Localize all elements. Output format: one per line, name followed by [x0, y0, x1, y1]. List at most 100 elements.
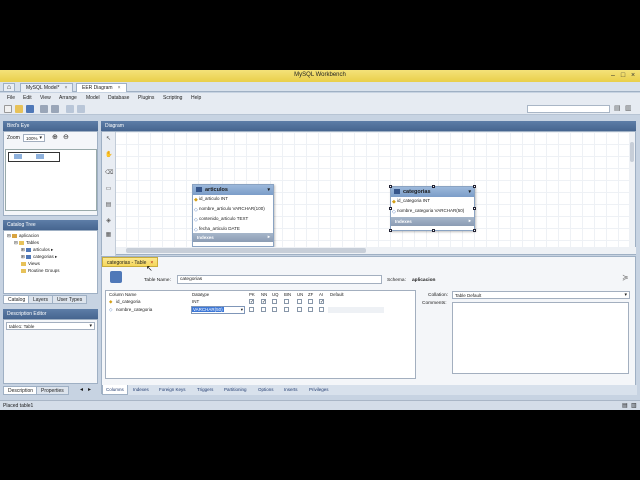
resize-handle[interactable] [432, 229, 435, 232]
scrollbar-thumb[interactable] [126, 248, 366, 253]
diagram-vertical-scrollbar[interactable] [629, 132, 635, 249]
entity-header[interactable]: categorias ▾ [391, 187, 474, 197]
close-icon[interactable]: × [118, 85, 121, 91]
resize-handle[interactable] [473, 185, 476, 188]
tab-options[interactable]: Options [255, 385, 277, 395]
new-file-icon[interactable] [4, 105, 12, 113]
pin-icon[interactable]: ▸ [88, 386, 91, 393]
default-cell[interactable] [328, 307, 384, 313]
eraser-icon[interactable]: ⌫ [105, 170, 113, 177]
column-datatype[interactable]: INT [192, 299, 199, 304]
nn-checkbox[interactable] [261, 307, 266, 312]
scrollbar-thumb[interactable] [630, 142, 634, 162]
resize-handle[interactable] [473, 229, 476, 232]
tab-columns[interactable]: Columns [102, 385, 128, 395]
menu-plugins[interactable]: Plugins [138, 95, 154, 101]
column-name[interactable]: id_categoria [116, 299, 141, 304]
zoom-select[interactable]: 100% ▾ [23, 134, 45, 142]
menu-model[interactable]: Model [86, 95, 100, 101]
collapse-icon[interactable]: ≽ [622, 273, 629, 282]
table-name-input[interactable]: categorias [177, 275, 382, 284]
close-icon[interactable]: × [64, 85, 67, 91]
tab-description[interactable]: Description [3, 386, 39, 395]
panel-toggle-icon[interactable]: ▤ [622, 402, 628, 409]
entity-indexes[interactable]: Indexes ▸ [193, 233, 273, 242]
column-name[interactable]: nombre_categoria [116, 307, 152, 312]
tree-routine-groups[interactable]: Routine Groups [21, 268, 60, 273]
collation-select[interactable]: Table Default ▾ [452, 291, 630, 299]
maximize-icon[interactable]: □ [618, 71, 628, 80]
bin-checkbox[interactable] [284, 299, 289, 304]
chevron-down-icon[interactable]: ▾ [468, 189, 471, 195]
tab-eer-diagram[interactable]: EER Diagram × [76, 83, 127, 92]
tab-triggers[interactable]: Triggers [194, 385, 216, 395]
menu-file[interactable]: File [7, 95, 15, 101]
resize-handle[interactable] [389, 207, 392, 210]
datatype-select[interactable]: VARCHAR(50) ▾ [191, 306, 245, 314]
save-icon[interactable] [26, 105, 34, 113]
image-icon[interactable]: ◈ [105, 218, 112, 225]
tab-privileges[interactable]: Privileges [306, 385, 332, 395]
pk-checkbox[interactable] [249, 307, 254, 312]
menu-database[interactable]: Database [108, 95, 129, 101]
zf-checkbox[interactable] [308, 299, 313, 304]
tab-catalog[interactable]: Catalog [3, 295, 31, 304]
close-icon[interactable]: × [628, 71, 638, 80]
pk-checkbox[interactable]: ✓ [249, 299, 254, 305]
diagram-horizontal-scrollbar[interactable] [116, 247, 636, 254]
tab-user-types[interactable]: User Types [52, 295, 88, 304]
grid-toggle-icon[interactable] [66, 105, 74, 113]
tab-inserts[interactable]: Inserts [281, 385, 301, 395]
menu-view[interactable]: View [40, 95, 51, 101]
ai-checkbox[interactable]: ✓ [319, 299, 324, 305]
nn-checkbox[interactable]: ✓ [261, 299, 266, 305]
layout-icon[interactable]: ▤ [614, 104, 621, 112]
tab-properties[interactable]: Properties [36, 386, 69, 395]
tab-layers[interactable]: Layers [28, 295, 54, 304]
chevron-down-icon[interactable]: ▾ [267, 187, 270, 193]
tab-mysql-model[interactable]: MySQL Model* × [20, 83, 74, 92]
home-icon[interactable]: ⌂ [3, 83, 15, 92]
panel-toggle-icon[interactable]: ▥ [631, 402, 637, 409]
tree-table-articulos[interactable]: ⊞ articulos ▸ [21, 247, 53, 253]
tree-table-categorias[interactable]: ⊞ categorias ▸ [21, 254, 57, 260]
open-folder-icon[interactable] [15, 105, 23, 113]
entity-indexes[interactable]: Indexes ▸ [391, 217, 474, 226]
pointer-icon[interactable]: ↖ [105, 136, 112, 143]
align-icon[interactable] [77, 105, 85, 113]
uq-checkbox[interactable] [272, 307, 277, 312]
zf-checkbox[interactable] [308, 307, 313, 312]
un-checkbox[interactable] [297, 299, 302, 304]
menu-arrange[interactable]: Arrange [59, 95, 77, 101]
zoom-out-icon[interactable]: ⊖ [63, 133, 69, 141]
hand-icon[interactable]: ✋ [105, 152, 112, 159]
bin-checkbox[interactable] [284, 307, 289, 312]
pin-icon[interactable]: ◂ [80, 386, 83, 393]
tab-foreign-keys[interactable]: Foreign Keys [156, 385, 189, 395]
tab-indexes[interactable]: Indexes [130, 385, 152, 395]
entity-articulos[interactable]: articulos ▾ ◆ id_articulo INT ◇ nombre_art… [192, 184, 274, 247]
comments-textarea[interactable] [452, 302, 629, 374]
search-input[interactable] [527, 105, 610, 113]
ai-checkbox[interactable] [319, 307, 324, 312]
minimize-icon[interactable]: – [608, 71, 618, 80]
entity-categorias[interactable]: categorias ▾ ◆ id_categoria INT ◇ nombre_c… [389, 185, 476, 232]
tree-views[interactable]: Views [21, 261, 40, 266]
tree-tables-folder[interactable]: ⊟ Tables [14, 240, 39, 246]
undo-icon[interactable] [40, 105, 48, 113]
zoom-in-icon[interactable]: ⊕ [52, 133, 58, 141]
note-icon[interactable]: ▤ [105, 202, 112, 209]
table-tool-icon[interactable]: ▦ [105, 232, 112, 239]
entity-header[interactable]: articulos ▾ [193, 185, 273, 195]
resize-handle[interactable] [473, 207, 476, 210]
diagram-canvas[interactable]: ↖ ✋ ⌫ ▭ ▤ ◈ ▦ articulos ▾ ◆ id_articulo I… [101, 131, 636, 256]
menu-edit[interactable]: Edit [23, 95, 32, 101]
panel-icon[interactable]: ▥ [625, 104, 632, 112]
tab-partitioning[interactable]: Partitioning [221, 385, 250, 395]
tree-schema[interactable]: ⊟ aplicacion [7, 233, 39, 239]
resize-handle[interactable] [389, 185, 392, 188]
resize-handle[interactable] [432, 185, 435, 188]
resize-handle[interactable] [389, 229, 392, 232]
menu-scripting[interactable]: Scripting [163, 95, 182, 101]
birds-eye-canvas[interactable] [5, 149, 97, 211]
